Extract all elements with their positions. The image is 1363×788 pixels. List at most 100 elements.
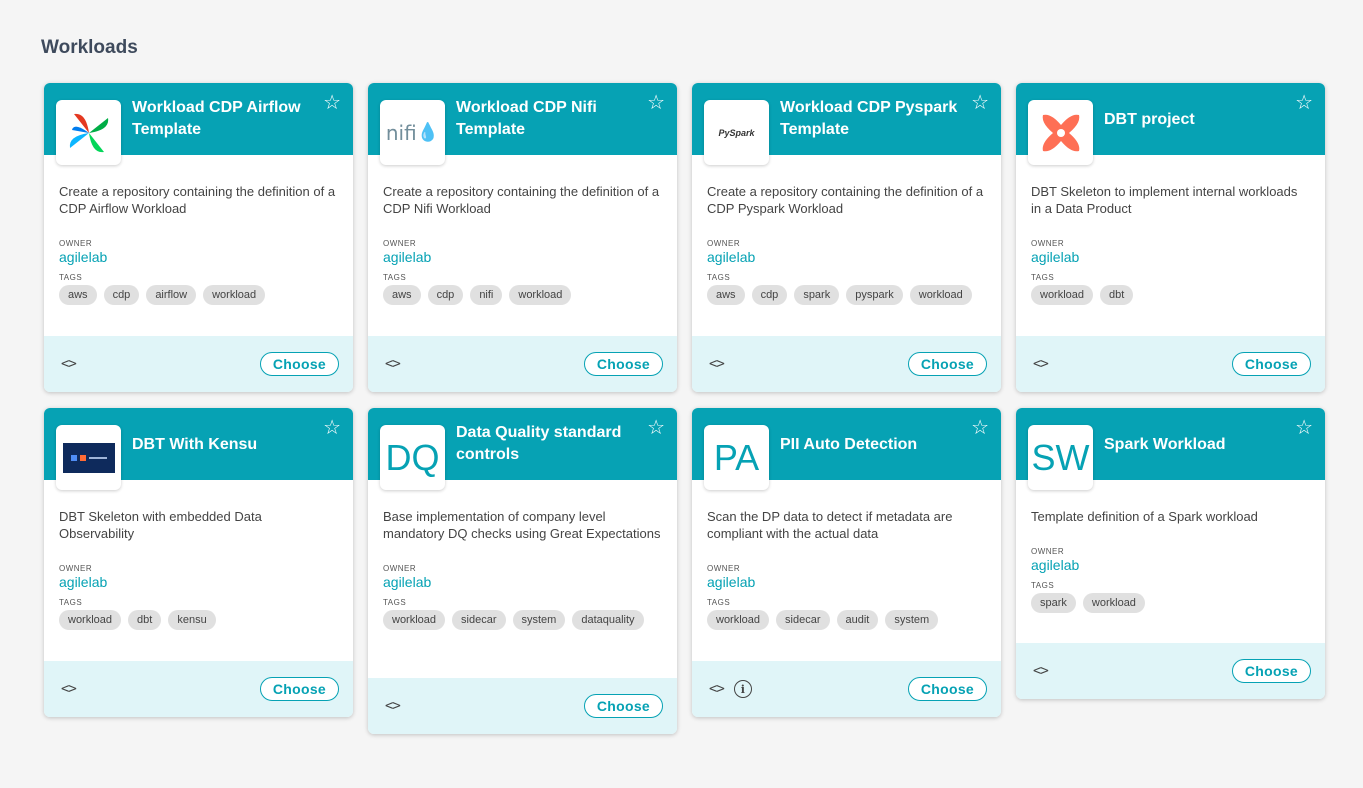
template-card[interactable]: nifi 💧 Workload CDP Nifi Template ☆ Creat…: [368, 83, 677, 392]
code-icon[interactable]: <>: [1033, 356, 1049, 372]
owner-link[interactable]: agilelab: [1031, 557, 1309, 573]
tag-chip[interactable]: cdp: [427, 285, 464, 305]
choose-button[interactable]: Choose: [907, 677, 987, 701]
tags-label: TAGS: [1031, 581, 1055, 590]
info-icon[interactable]: i: [733, 680, 752, 698]
tag-chip[interactable]: spark: [794, 285, 840, 305]
page-title: Workloads: [41, 37, 138, 58]
template-card[interactable]: SW Spark Workload ☆ Template definition …: [1016, 408, 1325, 699]
star-outline-icon[interactable]: ☆: [1295, 418, 1313, 438]
tags-label: TAGS: [707, 598, 731, 607]
card-header: Workload CDP Airflow Template ☆: [44, 83, 353, 165]
owner-link[interactable]: agilelab: [383, 249, 661, 265]
tag-chip[interactable]: workload: [383, 610, 446, 630]
tag-chip[interactable]: aws: [707, 285, 745, 305]
card-footer: <> Choose: [368, 678, 677, 734]
tag-chip[interactable]: workload: [509, 285, 572, 305]
card-body: Base implementation of company level man…: [368, 480, 677, 678]
choose-button[interactable]: Choose: [583, 694, 663, 718]
tags-label: TAGS: [1031, 273, 1055, 282]
tags-label: TAGS: [383, 598, 407, 607]
tag-chip[interactable]: spark: [1031, 593, 1076, 613]
star-outline-icon[interactable]: ☆: [647, 93, 665, 113]
star-outline-icon[interactable]: ☆: [971, 418, 989, 438]
choose-button[interactable]: Choose: [583, 352, 663, 376]
owner-link[interactable]: agilelab: [1031, 249, 1309, 265]
card-footer: <> Choose: [44, 661, 353, 717]
code-icon[interactable]: <>: [61, 356, 77, 372]
choose-button[interactable]: Choose: [1231, 352, 1311, 376]
owner-link[interactable]: agilelab: [59, 574, 337, 590]
star-outline-icon[interactable]: ☆: [1295, 93, 1313, 113]
star-outline-icon[interactable]: ☆: [971, 93, 989, 113]
code-icon[interactable]: <>: [385, 356, 401, 372]
tag-chip[interactable]: system: [885, 610, 939, 630]
tag-chip[interactable]: pyspark: [846, 285, 903, 305]
card-footer: <> Choose: [692, 336, 1001, 392]
choose-button[interactable]: Choose: [259, 352, 339, 376]
owner-link[interactable]: agilelab: [707, 249, 985, 265]
owner-link[interactable]: agilelab: [59, 249, 337, 265]
star-outline-icon[interactable]: ☆: [647, 418, 665, 438]
tag-list: workload sidecar audit system: [707, 610, 985, 630]
owner-label: OWNER: [707, 239, 741, 248]
code-icon[interactable]: <>: [709, 356, 725, 372]
tag-chip[interactable]: aws: [59, 285, 97, 305]
card-body: Create a repository containing the defin…: [692, 155, 1001, 336]
tag-chip[interactable]: aws: [383, 285, 421, 305]
card-body: DBT Skeleton to implement internal workl…: [1016, 155, 1325, 336]
tag-chip[interactable]: workload: [707, 610, 770, 630]
star-outline-icon[interactable]: ☆: [323, 418, 341, 438]
card-description: Create a repository containing the defin…: [383, 184, 660, 216]
tag-chip[interactable]: nifi: [470, 285, 503, 305]
star-outline-icon[interactable]: ☆: [323, 93, 341, 113]
tag-chip[interactable]: dataquality: [572, 610, 644, 630]
tag-chip[interactable]: sidecar: [776, 610, 830, 630]
tag-chip[interactable]: system: [512, 610, 566, 630]
card-header: DBT project ☆: [1016, 83, 1325, 165]
card-description: Base implementation of company level man…: [383, 509, 661, 541]
code-icon[interactable]: <>: [385, 698, 401, 714]
template-card[interactable]: Workload CDP Airflow Template ☆ Create a…: [44, 83, 353, 392]
code-icon[interactable]: <>: [709, 681, 725, 697]
template-card[interactable]: PySpark Workload CDP Pyspark Template ☆ …: [692, 83, 1001, 392]
card-description: Scan the DP data to detect if metadata a…: [707, 509, 953, 541]
code-icon[interactable]: <>: [61, 681, 77, 697]
tag-chip[interactable]: cdp: [103, 285, 140, 305]
template-card[interactable]: DBT With Kensu ☆ DBT Skeleton with embed…: [44, 408, 353, 717]
template-card[interactable]: DQ Data Quality standard controls ☆ Base…: [368, 408, 677, 734]
template-card[interactable]: DBT project ☆ DBT Skeleton to implement …: [1016, 83, 1325, 392]
card-header: PA PII Auto Detection ☆: [692, 408, 1001, 490]
choose-button[interactable]: Choose: [1231, 659, 1311, 683]
tag-chip[interactable]: dbt: [128, 610, 162, 630]
card-body: Create a repository containing the defin…: [368, 155, 677, 336]
tag-chip[interactable]: cdp: [751, 285, 788, 305]
card-header: DBT With Kensu ☆: [44, 408, 353, 490]
owner-link[interactable]: agilelab: [383, 574, 661, 590]
card-header: nifi 💧 Workload CDP Nifi Template ☆: [368, 83, 677, 165]
template-card[interactable]: PA PII Auto Detection ☆ Scan the DP data…: [692, 408, 1001, 717]
dbt-logo: [1028, 100, 1093, 165]
code-icon[interactable]: <>: [1033, 663, 1049, 679]
card-description: DBT Skeleton to implement internal workl…: [1031, 184, 1298, 216]
tag-chip[interactable]: workload: [1031, 285, 1094, 305]
initials-logo: SW: [1028, 425, 1093, 490]
card-description: Template definition of a Spark workload: [1031, 509, 1258, 524]
tag-list: aws cdp airflow workload: [59, 285, 337, 305]
tag-list: aws cdp spark pyspark workload: [707, 285, 985, 305]
tag-chip[interactable]: kensu: [168, 610, 216, 630]
tag-chip[interactable]: sidecar: [452, 610, 506, 630]
tag-chip[interactable]: dbt: [1100, 285, 1134, 305]
owner-label: OWNER: [383, 239, 417, 248]
tag-chip[interactable]: workload: [1082, 593, 1145, 613]
tag-chip[interactable]: workload: [909, 285, 972, 305]
tag-chip[interactable]: workload: [203, 285, 266, 305]
tags-label: TAGS: [59, 598, 83, 607]
choose-button[interactable]: Choose: [907, 352, 987, 376]
tags-label: TAGS: [707, 273, 731, 282]
tag-chip[interactable]: workload: [59, 610, 122, 630]
tag-chip[interactable]: airflow: [146, 285, 197, 305]
choose-button[interactable]: Choose: [259, 677, 339, 701]
tag-chip[interactable]: audit: [836, 610, 879, 630]
owner-link[interactable]: agilelab: [707, 574, 985, 590]
